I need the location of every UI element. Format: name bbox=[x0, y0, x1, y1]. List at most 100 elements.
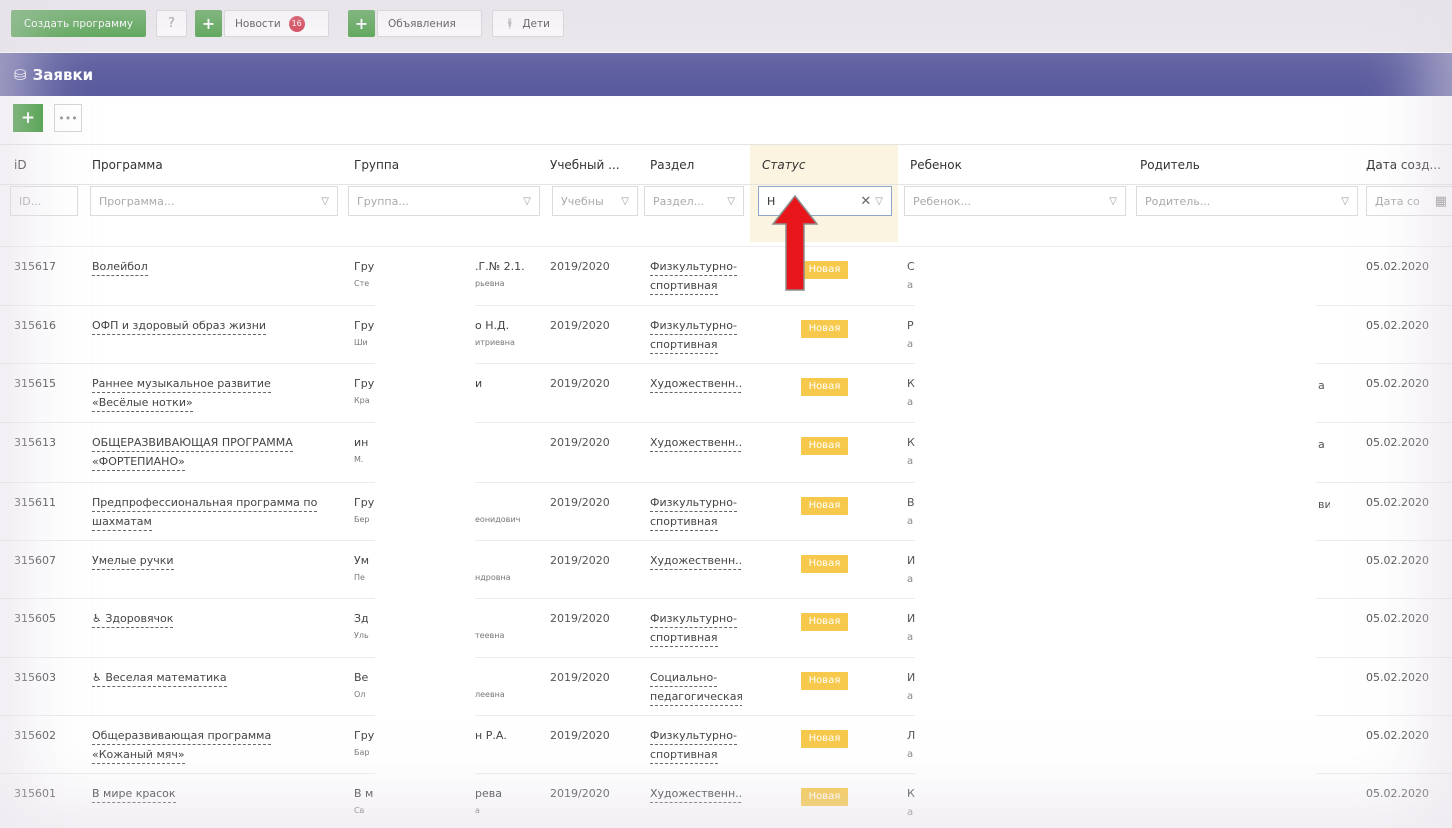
section-link[interactable]: спортивная bbox=[650, 746, 718, 764]
help-button[interactable]: ? bbox=[156, 10, 187, 37]
cell-section[interactable]: Художественн... bbox=[650, 434, 742, 453]
cell-program[interactable]: Предпрофессиональная программа по шахмата… bbox=[92, 494, 337, 532]
filter-year[interactable]: Учебны ▽ bbox=[552, 186, 638, 216]
cell-program[interactable]: Общеразвивающая программа «Кожаный мяч» bbox=[92, 727, 337, 765]
filter-date[interactable]: Дата со ▦ bbox=[1366, 186, 1452, 216]
cell-group[interactable]: ин bbox=[354, 434, 374, 451]
section-link[interactable]: Физкультурно- bbox=[650, 610, 737, 628]
column-header-date[interactable]: Дата созд... bbox=[1366, 146, 1450, 184]
column-header-section[interactable]: Раздел bbox=[650, 146, 740, 184]
column-header-year[interactable]: Учебный ... bbox=[550, 146, 630, 184]
more-actions-button[interactable]: ••• bbox=[54, 104, 82, 132]
program-link[interactable]: «Весёлые нотки» bbox=[92, 394, 193, 412]
cell-child[interactable]: К bbox=[907, 434, 915, 451]
filter-program[interactable]: Программа... ▽ bbox=[90, 186, 338, 216]
column-header-program[interactable]: Программа bbox=[92, 146, 332, 184]
program-link[interactable]: Общеразвивающая программа bbox=[92, 727, 272, 745]
section-link[interactable]: спортивная bbox=[650, 513, 718, 531]
filter-child[interactable]: Ребенок... ▽ bbox=[904, 186, 1126, 216]
calendar-icon[interactable]: ▦ bbox=[1435, 194, 1447, 209]
cell-parent[interactable]: а bbox=[1318, 436, 1330, 453]
cell-program[interactable]: Умелые ручки bbox=[92, 552, 337, 571]
cell-program[interactable]: ОФП и здоровый образ жизни bbox=[92, 317, 337, 336]
cell-group[interactable]: Ве bbox=[354, 669, 374, 686]
cell-parent[interactable]: вич bbox=[1318, 496, 1330, 513]
section-link[interactable]: Физкультурно- bbox=[650, 727, 737, 745]
kids-button[interactable]: 🕴︎ Дети bbox=[492, 10, 564, 37]
cell-program[interactable]: ♿ Веселая математика bbox=[92, 669, 337, 688]
add-news-button[interactable]: + bbox=[195, 10, 222, 37]
section-link[interactable]: Физкультурно- bbox=[650, 317, 737, 335]
program-link[interactable]: Волейбол bbox=[92, 258, 148, 276]
cell-program[interactable]: Волейбол bbox=[92, 258, 337, 277]
column-header-status[interactable]: Статус bbox=[762, 146, 882, 184]
filter-id[interactable]: ID... bbox=[10, 186, 78, 216]
add-application-button[interactable]: + bbox=[13, 104, 43, 132]
section-link[interactable]: Художественн... bbox=[650, 375, 742, 393]
cell-group[interactable]: Гру bbox=[354, 375, 374, 392]
cell-child[interactable]: С bbox=[907, 258, 915, 275]
cell-section[interactable]: Физкультурно-спортивная bbox=[650, 610, 742, 648]
section-link[interactable]: Физкультурно- bbox=[650, 258, 737, 276]
cell-group[interactable]: Зд bbox=[354, 610, 374, 627]
cell-child[interactable]: Р bbox=[907, 317, 915, 334]
cell-child[interactable]: И bbox=[907, 669, 915, 686]
program-link[interactable]: «Кожаный мяч» bbox=[92, 746, 185, 764]
cell-group[interactable]: Гру bbox=[354, 258, 374, 275]
chevron-down-icon[interactable]: ▽ bbox=[523, 196, 531, 207]
ads-button[interactable]: Объявления bbox=[377, 10, 482, 37]
chevron-down-icon[interactable]: ▽ bbox=[1341, 196, 1349, 207]
program-link[interactable]: ♿ Веселая математика bbox=[92, 669, 227, 687]
cell-program[interactable]: Раннее музыкальное развитие «Весёлые нотк… bbox=[92, 375, 337, 413]
program-link[interactable]: В мире красок bbox=[92, 785, 176, 803]
cell-group[interactable]: В м bbox=[354, 785, 374, 802]
chevron-down-icon[interactable]: ▽ bbox=[321, 196, 329, 207]
section-link[interactable]: спортивная bbox=[650, 277, 718, 295]
cell-section[interactable]: Физкультурно-спортивная bbox=[650, 258, 742, 296]
column-header-child[interactable]: Ребенок bbox=[910, 146, 1110, 184]
cell-section[interactable]: Физкультурно-спортивная bbox=[650, 727, 742, 765]
column-header-id[interactable]: iD bbox=[14, 146, 74, 184]
cell-group[interactable]: Гру bbox=[354, 317, 374, 334]
cell-child[interactable]: К bbox=[907, 785, 915, 802]
section-link[interactable]: педагогическая bbox=[650, 688, 742, 706]
program-link[interactable]: Умелые ручки bbox=[92, 552, 174, 570]
filter-parent[interactable]: Родитель... ▽ bbox=[1136, 186, 1358, 216]
column-header-group[interactable]: Группа bbox=[354, 146, 534, 184]
clear-icon[interactable]: ✕ bbox=[860, 194, 871, 209]
cell-parent[interactable]: а bbox=[1318, 377, 1330, 394]
program-link[interactable]: ОФП и здоровый образ жизни bbox=[92, 317, 267, 335]
section-link[interactable]: спортивная bbox=[650, 629, 718, 647]
cell-child[interactable]: В bbox=[907, 494, 915, 511]
chevron-down-icon[interactable]: ▽ bbox=[727, 196, 735, 207]
news-button[interactable]: Новости 16 bbox=[224, 10, 329, 37]
cell-program[interactable]: ♿ Здоровячок bbox=[92, 610, 337, 629]
program-link[interactable]: Предпрофессиональная программа по bbox=[92, 494, 318, 512]
cell-section[interactable]: Социально-педагогическая bbox=[650, 669, 742, 707]
program-link[interactable]: «ФОРТЕПИАНО» bbox=[92, 453, 185, 471]
section-link[interactable]: Художественн... bbox=[650, 552, 742, 570]
section-link[interactable]: Физкультурно- bbox=[650, 494, 737, 512]
cell-group[interactable]: Ум bbox=[354, 552, 374, 569]
column-header-parent[interactable]: Родитель bbox=[1140, 146, 1340, 184]
cell-program[interactable]: В мире красок bbox=[92, 785, 337, 804]
cell-child[interactable]: И bbox=[907, 610, 915, 627]
section-link[interactable]: Художественн... bbox=[650, 434, 742, 452]
section-link[interactable]: Социально- bbox=[650, 669, 718, 687]
chevron-down-icon[interactable]: ▽ bbox=[621, 196, 629, 207]
program-link[interactable]: Раннее музыкальное развитие bbox=[92, 375, 271, 393]
filter-section[interactable]: Раздел... ▽ bbox=[644, 186, 744, 216]
create-program-button[interactable]: Создать программу bbox=[11, 10, 146, 37]
filter-group[interactable]: Группа... ▽ bbox=[348, 186, 540, 216]
program-link[interactable]: ОБЩЕРАЗВИВАЮЩАЯ ПРОГРАММА bbox=[92, 434, 293, 452]
cell-section[interactable]: Художественн... bbox=[650, 375, 742, 394]
cell-program[interactable]: ОБЩЕРАЗВИВАЮЩАЯ ПРОГРАММА «ФОРТЕПИАНО» bbox=[92, 434, 337, 472]
program-link[interactable]: шахматам bbox=[92, 513, 152, 531]
add-ad-button[interactable]: + bbox=[348, 10, 375, 37]
cell-section[interactable]: Физкультурно-спортивная bbox=[650, 494, 742, 532]
cell-child[interactable]: Л bbox=[907, 727, 915, 744]
cell-section[interactable]: Физкультурно-спортивная bbox=[650, 317, 742, 355]
cell-group[interactable]: Гру bbox=[354, 494, 374, 511]
cell-child[interactable]: К bbox=[907, 375, 915, 392]
chevron-down-icon[interactable]: ▽ bbox=[1109, 196, 1117, 207]
